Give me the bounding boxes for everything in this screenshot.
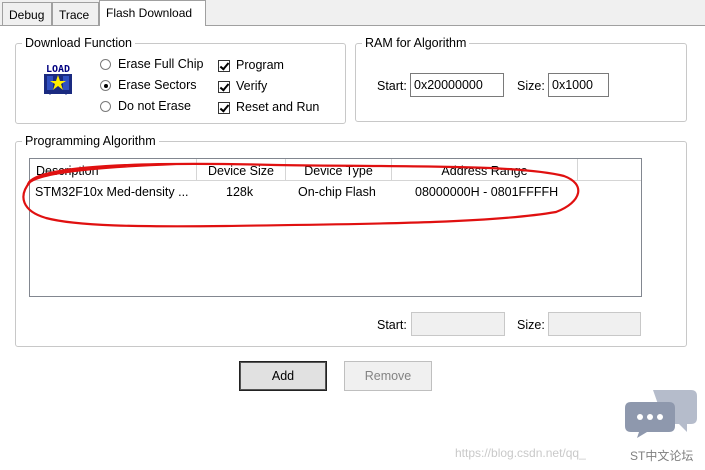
watermark-url: https://blog.csdn.net/qq_: [455, 446, 586, 460]
column-device-type-label: Device Type: [304, 164, 373, 178]
algo-size-input[interactable]: [548, 312, 641, 336]
reset-and-run-checkbox-box[interactable]: [218, 102, 230, 114]
row-description: STM32F10x Med-density ...: [35, 185, 189, 199]
tab-trace[interactable]: Trace: [52, 2, 99, 25]
tab-flash-download[interactable]: Flash Download: [99, 0, 206, 26]
verify-label: Verify: [236, 79, 268, 93]
erase-full-chip-radio[interactable]: Erase Full Chip: [100, 57, 210, 73]
column-device-type[interactable]: Device Type: [286, 159, 392, 181]
algorithm-list-header: Description Device Size Device Type Addr…: [30, 159, 641, 181]
algo-start-label: Start:: [377, 318, 407, 332]
watermark-brand: ST中文论坛: [630, 449, 694, 463]
erase-sectors-radio-circle[interactable]: [100, 80, 111, 91]
load-icon-text: LOAD: [46, 64, 70, 75]
erase-sectors-radio[interactable]: Erase Sectors: [100, 78, 210, 94]
ram-for-algorithm-title: RAM for Algorithm: [362, 36, 470, 50]
column-description-label: Description: [36, 164, 99, 178]
algo-size-label: Size:: [517, 318, 545, 332]
remove-button[interactable]: Remove: [344, 361, 432, 391]
reset-and-run-checkbox[interactable]: Reset and Run: [218, 100, 333, 116]
column-device-size-label: Device Size: [208, 164, 274, 178]
erase-full-chip-label: Erase Full Chip: [118, 57, 204, 71]
do-not-erase-radio-circle[interactable]: [100, 101, 111, 112]
tab-flash-download-label: Flash Download: [106, 6, 193, 20]
row-device-type: On-chip Flash: [298, 185, 376, 199]
do-not-erase-label: Do not Erase: [118, 99, 191, 113]
ram-size-input[interactable]: [548, 73, 609, 97]
table-row[interactable]: STM32F10x Med-density ... 128k On-chip F…: [30, 183, 641, 201]
row-address-range: 08000000H - 0801FFFFH: [415, 185, 559, 199]
tab-debug-label: Debug: [9, 8, 45, 22]
load-icon: LOAD: [42, 62, 74, 95]
algo-start-input[interactable]: [411, 312, 505, 336]
program-label: Program: [236, 58, 284, 72]
reset-and-run-label: Reset and Run: [236, 100, 320, 114]
column-description[interactable]: Description: [30, 159, 197, 181]
column-address-range-label: Address Range: [441, 164, 528, 178]
tab-trace-label: Trace: [59, 8, 90, 22]
ram-start-label: Start:: [377, 79, 407, 93]
verify-checkbox[interactable]: Verify: [218, 79, 328, 95]
ram-start-input[interactable]: [410, 73, 504, 97]
program-checkbox-box[interactable]: [218, 60, 230, 72]
add-button[interactable]: Add: [239, 361, 327, 391]
tab-debug[interactable]: Debug: [2, 2, 52, 25]
algorithm-list[interactable]: Description Device Size Device Type Addr…: [29, 158, 642, 297]
erase-sectors-label: Erase Sectors: [118, 78, 197, 92]
row-device-size: 128k: [226, 185, 254, 199]
download-function-title: Download Function: [22, 36, 136, 50]
programming-algorithm-title: Programming Algorithm: [22, 134, 159, 148]
verify-checkbox-box[interactable]: [218, 81, 230, 93]
column-device-size[interactable]: Device Size: [197, 159, 286, 181]
ram-size-label: Size:: [517, 79, 545, 93]
chat-bubble-icon: [625, 390, 697, 438]
column-address-range[interactable]: Address Range: [392, 159, 578, 181]
program-checkbox[interactable]: Program: [218, 58, 328, 74]
erase-full-chip-radio-circle[interactable]: [100, 59, 111, 70]
do-not-erase-radio[interactable]: Do not Erase: [100, 99, 210, 115]
